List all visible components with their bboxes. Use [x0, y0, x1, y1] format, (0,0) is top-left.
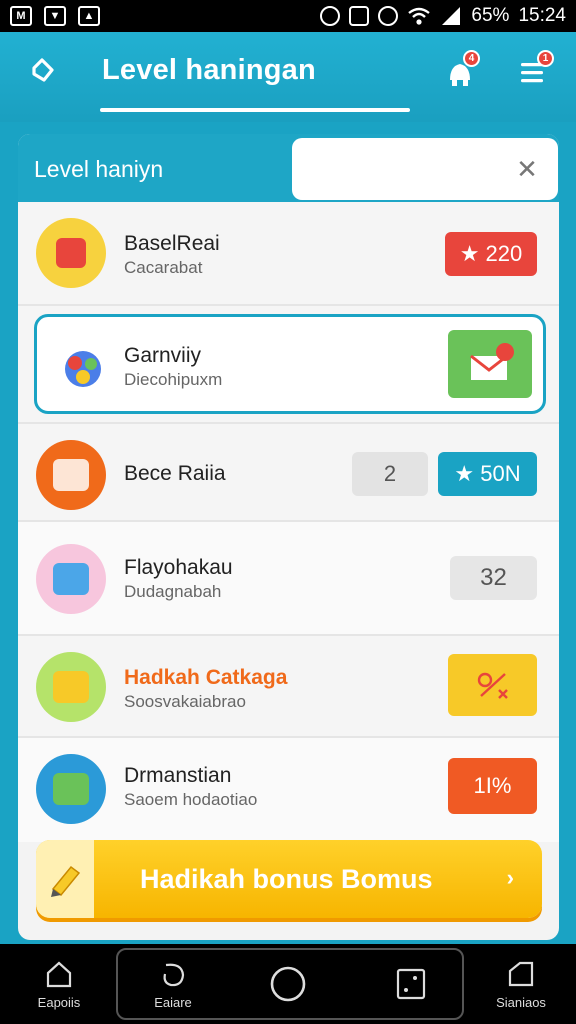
item-avatar	[36, 440, 106, 510]
back-button[interactable]	[20, 50, 64, 94]
item-name: Bece Raiia	[124, 462, 226, 485]
search-input[interactable]: ✕	[292, 138, 558, 200]
pencil-icon	[51, 865, 81, 897]
item-sub: Saoem hodaotiao	[124, 790, 258, 809]
item-name: Hadkah Catkaga	[124, 666, 288, 689]
count-badge: 32	[450, 556, 537, 600]
chevron-right-icon: ›	[506, 865, 514, 890]
percent-badge[interactable]	[448, 654, 537, 716]
item-sub: Dudagnabah	[124, 582, 222, 601]
app-header: Level haningan 4 1	[0, 32, 576, 122]
notification-badge: 4	[463, 50, 480, 67]
nav-card[interactable]	[356, 944, 466, 1024]
bag-icon	[53, 459, 89, 491]
item-avatar	[48, 334, 118, 404]
alarm-icon	[378, 6, 399, 26]
item-name: Drmanstian	[124, 764, 232, 787]
square-icon	[508, 961, 534, 986]
bonus-side	[36, 840, 94, 918]
item-avatar	[36, 754, 106, 824]
briefcase-icon	[53, 563, 89, 595]
level-list: BaselReai Cacarabat ★ 220 Garnviiy Dieco…	[18, 202, 559, 842]
wifi-icon	[408, 7, 431, 25]
bonus-button[interactable]: Hadikah bonus Bomus ›	[36, 840, 542, 918]
nav-label: Sianiaos	[496, 994, 546, 1010]
gift-icon	[56, 238, 86, 268]
nav-home[interactable]: Eapoiis	[4, 944, 114, 1024]
status-left-icons: M ▼ ▲	[10, 6, 100, 26]
list-item[interactable]: Bece Raiia 2 ★ 50N	[18, 424, 559, 522]
menu-button[interactable]: 1	[510, 48, 558, 96]
bonus-label: Hadikah bonus Bomus	[140, 864, 433, 894]
notifications-button[interactable]: 4	[436, 48, 484, 96]
item-badge[interactable]: 1I%	[448, 758, 537, 814]
item-name: Garnviiy	[124, 344, 202, 367]
status-right-icons: 65% 15:24	[320, 5, 566, 27]
nav-label: Eaiare	[154, 994, 192, 1010]
close-icon[interactable]: ✕	[510, 152, 544, 186]
status-bar: M ▼ ▲ 65% 15:24	[0, 0, 576, 32]
bottom-navigation: Eapoiis Eaiare Sianiaos	[0, 944, 576, 1024]
item-name: Flayohakau	[124, 556, 233, 579]
nav-label: Eapoiis	[37, 994, 81, 1010]
list-item[interactable]: Hadkah Catkaga Soosvakaiabrao	[18, 636, 559, 738]
item-sub: Cacarabat	[124, 258, 203, 277]
chest-icon	[53, 671, 89, 703]
item-sub: Diecohipuxm	[124, 370, 223, 389]
ball-icon	[65, 351, 101, 387]
envelope-icon	[470, 343, 514, 380]
title-underline	[100, 108, 410, 112]
item-avatar	[36, 544, 106, 614]
envelope-badge[interactable]	[448, 330, 532, 398]
signal-icon	[442, 7, 461, 25]
item-badge[interactable]: ★ 220	[445, 232, 537, 276]
gmail-icon: M	[10, 6, 32, 26]
list-item[interactable]: Drmanstian Saoem hodaotiao 1I%	[18, 738, 559, 842]
item-avatar	[36, 218, 106, 288]
back-swirl-icon	[32, 58, 54, 82]
count-badge: 2	[352, 452, 428, 496]
circle-icon	[270, 966, 306, 1002]
item-name: BaselReai	[124, 232, 220, 255]
panel-header: Level haniyn ✕	[18, 134, 559, 202]
list-item[interactable]: BaselReai Cacarabat ★ 220	[18, 202, 559, 306]
photo-icon: ▼	[44, 6, 66, 26]
nav-settings[interactable]: Sianiaos	[466, 944, 576, 1024]
image-icon: ▲	[78, 6, 100, 26]
picture-icon	[53, 773, 89, 805]
list-item[interactable]: Flayohakau Dudagnabah 32	[18, 522, 559, 636]
nav-activity[interactable]: Eaiare	[118, 944, 228, 1024]
shield-icon	[320, 6, 341, 26]
item-avatar	[36, 652, 106, 722]
menu-badge: 1	[537, 50, 554, 67]
nav-home-circle[interactable]	[233, 944, 343, 1024]
page-title: Level haningan	[102, 54, 316, 86]
battery-text: 65%	[471, 5, 510, 26]
level-panel: Level haniyn ✕ BaselReai Cacarabat ★ 220	[18, 134, 559, 940]
item-sub: Soosvakaiabrao	[124, 692, 246, 711]
sim-icon	[349, 6, 370, 26]
home-icon	[46, 961, 72, 987]
card-icon	[396, 968, 426, 1000]
list-item-selected[interactable]: Garnviiy Diecohipuxm	[18, 306, 559, 424]
panel-title: Level haniyn	[34, 156, 164, 182]
clock-time: 15:24	[518, 5, 566, 26]
swirl-icon	[163, 963, 185, 986]
item-badge[interactable]: ★ 50N	[438, 452, 537, 496]
percent-icon	[477, 672, 508, 699]
